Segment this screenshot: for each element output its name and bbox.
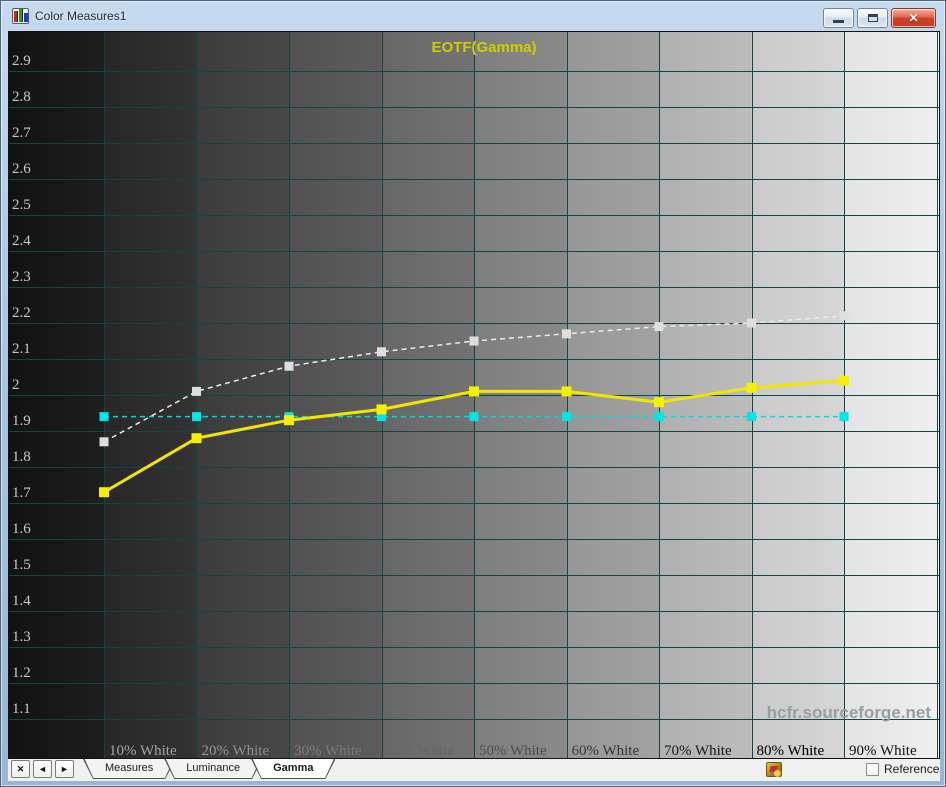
y-tick-label: 2.1 bbox=[12, 341, 31, 357]
chart-title: EOTF(Gamma) bbox=[431, 39, 536, 56]
measured-gamma-curve-marker bbox=[99, 487, 109, 498]
x-tick-label: 10% White bbox=[109, 743, 177, 758]
y-tick-label: 1.3 bbox=[12, 629, 31, 645]
y-tick-label: 1.9 bbox=[12, 413, 31, 429]
target-gamma-line-marker bbox=[562, 412, 571, 422]
measured-gamma-curve-marker bbox=[469, 386, 479, 397]
x-tick-label: 40% White bbox=[387, 743, 455, 758]
y-tick-label: 2.6 bbox=[12, 161, 31, 177]
y-tick-label: 2.8 bbox=[12, 89, 31, 105]
close-icon: ✕ bbox=[908, 11, 919, 25]
y-tick-label: 2.5 bbox=[12, 197, 31, 213]
tab-gamma[interactable]: Gamma bbox=[251, 759, 335, 779]
x-tick-label: 70% White bbox=[664, 743, 732, 758]
bottom-tab-strip: ✕ ◄ ► Measures Luminance Gamma Reference bbox=[8, 759, 940, 781]
reference-gamma-curve-marker bbox=[99, 437, 109, 447]
strip-right-area: Reference bbox=[8, 759, 940, 781]
gamma-chart: 2.9 2.8 2.7 2.6 2.5 2.4 2.3 2.2 2.1 2 1.9 1.8 1.7 1.6… bbox=[8, 31, 940, 759]
y-tick-label: 2.4 bbox=[12, 233, 31, 249]
close-button[interactable]: ✕ bbox=[891, 8, 936, 28]
reference-gamma-curve-marker bbox=[562, 329, 571, 339]
measured-gamma-curve-marker bbox=[191, 433, 202, 444]
reference-checkbox-label: Reference bbox=[884, 762, 940, 776]
reference-checkbox[interactable] bbox=[866, 762, 879, 776]
x-tick-label: 90% White bbox=[849, 743, 917, 758]
app-icon-green-bar bbox=[19, 9, 23, 22]
y-tick-label: 2.2 bbox=[12, 305, 31, 321]
restore-icon bbox=[867, 14, 878, 22]
measured-gamma-curve-marker bbox=[561, 386, 572, 397]
y-tick-label: 1.2 bbox=[12, 665, 31, 681]
measured-gamma-curve-marker bbox=[654, 397, 664, 408]
x-tick-label: 80% White bbox=[757, 743, 825, 758]
measured-gamma-curve-marker bbox=[284, 415, 294, 426]
target-gamma-line-marker bbox=[469, 412, 479, 422]
y-tick-label: 1.1 bbox=[12, 701, 31, 717]
reference-gamma-curve-marker bbox=[654, 322, 664, 332]
app-icon-red-bar bbox=[14, 11, 18, 22]
window-title: Color Measures1 bbox=[35, 9, 127, 23]
reference-gamma-curve-marker bbox=[284, 361, 294, 371]
reference-gamma-curve-marker bbox=[839, 311, 849, 321]
y-tick-label: 1.8 bbox=[12, 449, 31, 465]
minimize-icon bbox=[833, 20, 844, 23]
gamma-chart-svg: 2.9 2.8 2.7 2.6 2.5 2.4 2.3 2.2 2.1 2 1.9 1.8 1.7 1.6… bbox=[9, 32, 939, 758]
y-tick-label: 1.7 bbox=[12, 485, 31, 501]
app-window: Color Measures1 ✕ 2.9 2.8 2.7 2.6 2.5 2.4 2.3 2… bbox=[0, 0, 946, 787]
y-tick-label: 1.5 bbox=[12, 557, 31, 573]
target-gamma-line-marker bbox=[747, 412, 756, 422]
restore-button[interactable] bbox=[857, 8, 888, 28]
target-gamma-line-marker bbox=[654, 412, 664, 422]
window-controls: ✕ bbox=[823, 8, 936, 28]
hcfr-status-icon bbox=[766, 762, 782, 777]
measured-gamma-curve-marker bbox=[376, 404, 387, 415]
target-gamma-line-marker bbox=[192, 412, 201, 422]
y-tick-label: 1.4 bbox=[12, 593, 31, 609]
x-tick-label: 30% White bbox=[294, 743, 362, 758]
app-icon-blue-bar bbox=[24, 13, 28, 22]
reference-gamma-curve-marker bbox=[192, 386, 201, 396]
watermark: hcfr.sourceforge.net bbox=[767, 703, 932, 722]
y-tick-label: 2.9 bbox=[12, 53, 31, 69]
x-tick-label: 60% White bbox=[572, 743, 640, 758]
minimize-button[interactable] bbox=[823, 8, 854, 28]
measured-gamma-curve-marker bbox=[839, 375, 849, 386]
target-gamma-line-marker bbox=[99, 412, 109, 422]
y-tick-label: 2.3 bbox=[12, 269, 31, 285]
reference-gamma-curve-marker bbox=[469, 336, 479, 346]
y-tick-label: 1.6 bbox=[12, 521, 31, 537]
y-tick-label: 2.7 bbox=[12, 125, 31, 141]
title-bar[interactable]: Color Measures1 ✕ bbox=[1, 1, 945, 31]
y-tick-label: 2 bbox=[12, 377, 20, 393]
x-tick-label: 50% White bbox=[479, 743, 547, 758]
x-tick-label: 20% White bbox=[202, 743, 270, 758]
target-gamma-line-marker bbox=[839, 412, 849, 422]
reference-gamma-curve-marker bbox=[377, 347, 386, 357]
measured-gamma-curve-marker bbox=[746, 382, 757, 393]
app-icon bbox=[12, 8, 29, 24]
x-axis-labels: 10% White 20% White 30% White 40% White 50% … bbox=[109, 743, 917, 758]
reference-gamma-curve-marker bbox=[747, 318, 756, 328]
reference-toggle-group: Reference bbox=[866, 762, 939, 776]
